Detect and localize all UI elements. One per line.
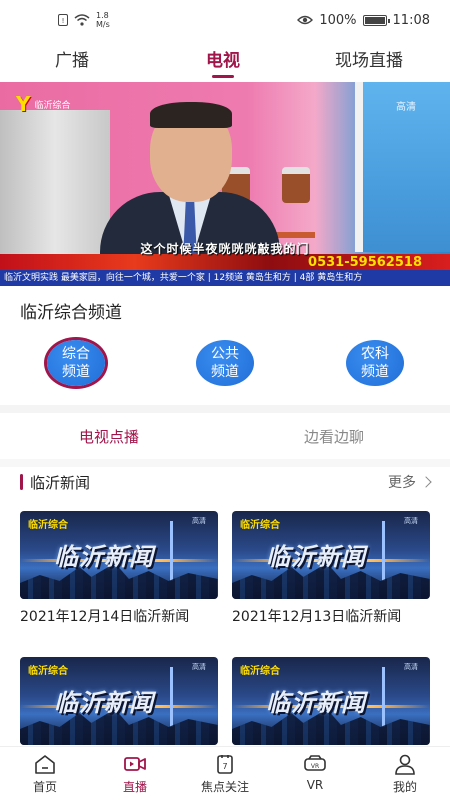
news-card[interactable]: 临沂综合 高清 临沂新闻 2021年12月13日临沂新闻 (232, 511, 430, 627)
sim-icon: ! (58, 14, 68, 26)
status-bar: ! 1.8 M/s 100% 11:08 (0, 0, 450, 40)
speed-unit: M/s (96, 20, 110, 29)
channel-logo-icon: Y (16, 92, 31, 116)
section-marker (20, 474, 23, 490)
channel-button-general[interactable]: 综合频道 (47, 340, 105, 386)
video-scene-fridge (0, 110, 110, 260)
tab-tv[interactable]: 电视 (206, 46, 240, 78)
more-label: 更多 (388, 475, 416, 491)
thumbnail-logo: 临沂综合 (240, 666, 280, 677)
thumbnail-hd-tag: 高清 (404, 517, 418, 525)
nav-label: 我的 (392, 780, 417, 794)
news-section-header: 临沂新闻 更多 (20, 470, 432, 494)
video-camera-icon (124, 757, 146, 771)
thumbnail-headline: 临沂新闻 (266, 689, 366, 717)
tab-live-scene[interactable]: 现场直播 (335, 46, 403, 71)
more-link[interactable]: 更多 (388, 472, 432, 492)
vod-tabs: 电视点播 边看边聊 (0, 413, 450, 459)
channel-button-agriculture[interactable]: 农科频道 (346, 340, 404, 386)
nav-live[interactable]: 直播 (90, 753, 180, 795)
tab-label: 电视 (206, 51, 240, 71)
news-card[interactable]: 临沂综合 高清 临沂新闻 (20, 657, 218, 745)
status-right: 100% 11:08 (297, 13, 430, 28)
news-thumbnail[interactable]: 临沂综合 高清 临沂新闻 (20, 657, 218, 745)
news-thumbnail[interactable]: 临沂综合 高清 临沂新闻 (20, 511, 218, 599)
vr-headset-icon: VR (304, 755, 326, 771)
ad-phone: 0531-59562518 (308, 255, 422, 270)
section-divider (0, 405, 450, 413)
network-speed: 1.8 M/s (96, 11, 110, 29)
channel-button-label: 农科频道 (361, 346, 389, 380)
nav-label: 首页 (32, 780, 57, 794)
clock: 11:08 (392, 12, 430, 28)
battery-icon (362, 14, 390, 26)
video-player[interactable]: Y 临沂综合 高清 0531-59562518 这个时候半夜咣咣咣敲我的门 临沂… (0, 82, 450, 286)
nav-label: 焦点关注 (200, 780, 249, 794)
thumbnail-headline: 临沂新闻 (54, 689, 154, 717)
video-subtitle: 这个时候半夜咣咣咣敲我的门 (140, 242, 310, 256)
battery-fill (364, 16, 385, 24)
tab-label: 广播 (55, 51, 89, 71)
bottom-nav: 首页 直播 7 焦点关注 VR VR 我的 (0, 746, 450, 800)
tab-label: 电视点播 (79, 428, 140, 446)
channel-logo: Y 临沂综合 (16, 92, 71, 116)
nav-label: VR (306, 778, 324, 792)
thumbnail-tower (170, 521, 173, 581)
svg-text:VR: VR (311, 763, 319, 770)
news-card[interactable]: 临沂综合 高清 临沂新闻 2021年12月14日临沂新闻 (20, 511, 218, 627)
channel-logo-text: 临沂综合 (34, 100, 71, 111)
thumbnail-logo: 临沂综合 (28, 666, 68, 677)
news-card-title[interactable]: 2021年12月13日临沂新闻 (232, 607, 430, 627)
thumbnail-headline: 临沂新闻 (54, 543, 154, 571)
eye-icon (297, 15, 314, 25)
active-tab-indicator (212, 75, 234, 78)
tab-tv-on-demand[interactable]: 电视点播 (79, 426, 139, 447)
nav-focus[interactable]: 7 焦点关注 (180, 753, 270, 795)
svg-text:!: ! (62, 17, 65, 25)
tab-broadcast[interactable]: 广播 (55, 46, 89, 71)
battery-percent: 100% (319, 12, 357, 28)
focus-icon: 7 (217, 755, 233, 774)
channel-button-label: 公共频道 (211, 346, 239, 380)
news-thumbnail[interactable]: 临沂综合 高清 临沂新闻 (232, 511, 430, 599)
thumbnail-tower (170, 667, 173, 727)
chevron-right-icon (420, 476, 432, 488)
thumbnail-hd-tag: 高清 (192, 663, 206, 671)
home-icon (35, 755, 55, 774)
thumbnail-logo: 临沂综合 (28, 520, 68, 531)
nav-home[interactable]: 首页 (0, 753, 90, 795)
section-divider (0, 459, 450, 467)
speed-value: 1.8 (96, 11, 109, 20)
video-scene-jar (282, 167, 310, 203)
tab-watch-and-chat[interactable]: 边看边聊 (304, 426, 364, 447)
news-ticker: 临沂文明实践 最美家园，向往一个城，共爱一个家 | 12频道 黄岛生和方 | 4… (0, 270, 450, 286)
thumbnail-headline: 临沂新闻 (266, 543, 366, 571)
channel-button-public[interactable]: 公共频道 (196, 340, 254, 386)
nav-vr[interactable]: VR VR (270, 753, 360, 792)
section-title: 临沂新闻 (30, 473, 91, 492)
top-tabs: 广播 电视 现场直播 (0, 40, 450, 80)
news-card[interactable]: 临沂综合 高清 临沂新闻 (232, 657, 430, 745)
status-left: ! 1.8 M/s (58, 11, 110, 29)
channel-button-label: 综合频道 (62, 346, 90, 380)
svg-text:7: 7 (222, 762, 227, 771)
user-icon (395, 754, 415, 775)
thumbnail-logo: 临沂综合 (240, 520, 280, 531)
tab-label: 现场直播 (335, 51, 403, 71)
wifi-icon (74, 14, 90, 26)
channel-title: 临沂综合频道 (20, 303, 122, 323)
thumbnail-tower (382, 667, 385, 727)
news-card-title[interactable]: 2021年12月14日临沂新闻 (20, 607, 218, 627)
tab-label: 边看边聊 (304, 428, 365, 446)
hd-tag: 高清 (396, 102, 416, 113)
nav-mine[interactable]: 我的 (360, 753, 450, 795)
thumbnail-hd-tag: 高清 (192, 517, 206, 525)
video-scene-person-hair (150, 102, 232, 128)
thumbnail-hd-tag: 高清 (404, 663, 418, 671)
thumbnail-tower (382, 521, 385, 581)
news-thumbnail[interactable]: 临沂综合 高清 临沂新闻 (232, 657, 430, 745)
nav-label: 直播 (122, 780, 147, 794)
